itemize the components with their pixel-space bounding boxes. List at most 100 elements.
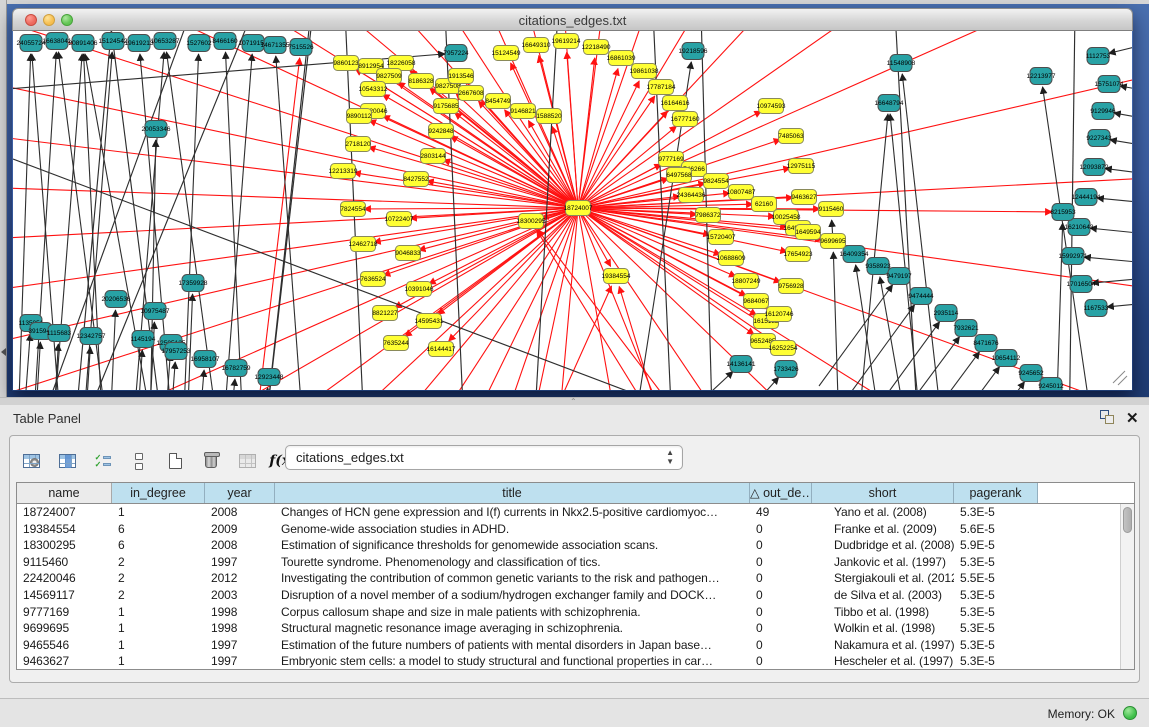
edge-black[interactable] [1107, 303, 1132, 307]
graph-node[interactable]: 16144417 [427, 342, 456, 357]
graph-node[interactable]: 16649310 [522, 38, 551, 53]
graph-node[interactable]: 12975115 [787, 159, 816, 174]
table-row[interactable]: 911546021997Tourette syndrome. Phenomeno… [17, 554, 1120, 571]
graph-node[interactable]: 12444194 [1072, 189, 1101, 206]
table-row[interactable]: 2242004622012Investigating the contribut… [17, 570, 1120, 587]
edge-black[interactable] [1105, 168, 1132, 174]
graph-node[interactable]: 1145194 [131, 331, 156, 348]
graph-node[interactable]: 7957224 [443, 45, 469, 62]
graph-node[interactable]: 17016504 [1067, 276, 1096, 293]
graph-node[interactable]: 16164616 [661, 96, 690, 111]
edge-black[interactable] [1043, 87, 1093, 390]
table-row[interactable]: 1830029562008Estimation of significance … [17, 537, 1120, 554]
graph-node[interactable]: 18807249 [732, 274, 761, 289]
graph-node[interactable]: 1167533 [1084, 300, 1109, 317]
close-panel-button[interactable]: ✕ [1126, 409, 1139, 427]
graph-node[interactable]: 12462718 [349, 237, 378, 252]
table-selector-dropdown[interactable]: citations_edges.txt ▲▼ [285, 445, 683, 470]
graph-node[interactable]: 9463627 [791, 190, 817, 205]
edge-black[interactable] [906, 352, 979, 390]
scrollbar-thumb[interactable] [1123, 507, 1132, 533]
table-row[interactable]: 977716911998Corpus callosum shape and si… [17, 604, 1120, 621]
edge-black[interactable] [1097, 198, 1132, 203]
edge-black[interactable] [1056, 223, 1063, 390]
graph-node[interactable]: 16638041 [43, 33, 72, 50]
graph-node[interactable]: 1733426 [773, 361, 799, 378]
graph-node[interactable]: 19218596 [679, 43, 708, 60]
graph-node[interactable]: 10653287 [151, 33, 180, 50]
table-row[interactable]: 1938455462009Genome-wide association stu… [17, 521, 1120, 538]
graph-node[interactable]: 1112753 [1086, 48, 1111, 65]
graph-node[interactable]: 2803144 [420, 149, 446, 164]
row-height-button[interactable] [126, 448, 152, 474]
graph-node[interactable]: 20053346 [142, 121, 171, 138]
graph-node[interactable]: 15751074 [1095, 76, 1124, 93]
graph-node[interactable]: 14136141 [727, 356, 756, 373]
graph-node[interactable]: 16958107 [191, 351, 220, 368]
graph-node[interactable]: 10722407 [385, 212, 414, 227]
graph-node[interactable]: 18724007 [564, 201, 593, 216]
graph-node[interactable]: 7485063 [778, 129, 804, 144]
edge-black[interactable] [653, 371, 733, 390]
edge-red[interactable] [391, 208, 578, 390]
graph-node[interactable]: 10807487 [727, 185, 756, 200]
column-header-title[interactable]: title [275, 483, 750, 503]
graph-node[interactable]: 2718120 [345, 137, 371, 152]
table-row[interactable]: 1872400712008Changes of HCN gene express… [17, 504, 1120, 521]
edge-black[interactable] [263, 31, 313, 390]
graph-node[interactable]: 11548908 [887, 55, 916, 72]
graph-node[interactable]: 9699695 [820, 234, 846, 249]
graph-node[interactable]: 10688609 [717, 251, 746, 266]
graph-node[interactable]: 12218490 [582, 40, 611, 55]
edge-red[interactable] [578, 31, 1042, 208]
edge-red[interactable] [578, 208, 1132, 333]
table-row[interactable]: 946362711997Embryonic stem cells: a mode… [17, 653, 1120, 669]
graph-node[interactable]: 10654112 [992, 350, 1021, 367]
edge-black[interactable] [713, 377, 779, 390]
graph-node[interactable]: 15124549 [492, 46, 521, 61]
graph-node[interactable]: 14595431 [415, 314, 444, 329]
graph-node[interactable]: 1913546 [448, 69, 474, 84]
control-panel-collapsed-strip[interactable] [0, 0, 7, 397]
edge-black[interactable] [1110, 140, 1132, 146]
graph-node[interactable]: 9474444 [908, 288, 934, 305]
graph-node[interactable]: 19384554 [602, 269, 631, 284]
edge-red[interactable] [449, 208, 578, 341]
graph-node[interactable]: 12923448 [255, 369, 284, 386]
float-panel-button[interactable] [1100, 410, 1117, 426]
table-row[interactable]: 946554611997Estimation of the future num… [17, 637, 1120, 654]
graph-node[interactable]: 1588520 [536, 109, 562, 124]
graph-node[interactable]: 8466160 [212, 33, 238, 50]
graph-node[interactable]: 2667608 [458, 86, 484, 101]
graph-node[interactable]: 24055724 [17, 35, 46, 52]
graph-node[interactable]: 16782759 [222, 360, 251, 377]
edge-red[interactable] [364, 208, 578, 209]
graph-node[interactable]: 9756928 [778, 279, 804, 294]
delete-column-button[interactable] [198, 448, 224, 474]
graph-node[interactable]: 19861038 [630, 64, 659, 79]
graph-node[interactable]: 18300295 [517, 214, 546, 229]
graph-node[interactable]: 9115460 [819, 202, 844, 217]
graph-node[interactable]: 2935114 [934, 305, 959, 322]
graph-node[interactable]: 8215953 [1050, 204, 1076, 221]
graph-node[interactable]: 16861039 [607, 51, 636, 66]
graph-node[interactable]: 10391046 [405, 282, 434, 297]
graph-node[interactable]: 9684067 [743, 294, 769, 309]
edge-black[interactable] [902, 74, 943, 390]
graph-node[interactable]: 62160 [752, 197, 777, 212]
edge-black[interactable] [18, 54, 31, 390]
graph-node[interactable]: 17787184 [647, 80, 676, 95]
edge-black[interactable] [1084, 257, 1132, 263]
graph-node[interactable]: 7986372 [695, 208, 721, 223]
network-canvas[interactable]: 1872400724055724166380412089140615124542… [13, 31, 1132, 390]
graph-node[interactable]: 8454749 [485, 94, 511, 109]
graph-node[interactable]: 8821227 [372, 306, 398, 321]
graph-node[interactable]: 19619214 [552, 34, 581, 49]
graph-node[interactable]: 20206536 [102, 291, 131, 308]
graph-node[interactable]: 17957253 [162, 343, 191, 360]
import-table-button[interactable] [234, 448, 260, 474]
graph-node[interactable]: 9245012 [1038, 378, 1064, 391]
canvas-resize-grip[interactable] [1113, 371, 1127, 385]
graph-node[interactable]: 14671355 [261, 37, 290, 54]
graph-node[interactable]: 16648794 [875, 95, 904, 112]
